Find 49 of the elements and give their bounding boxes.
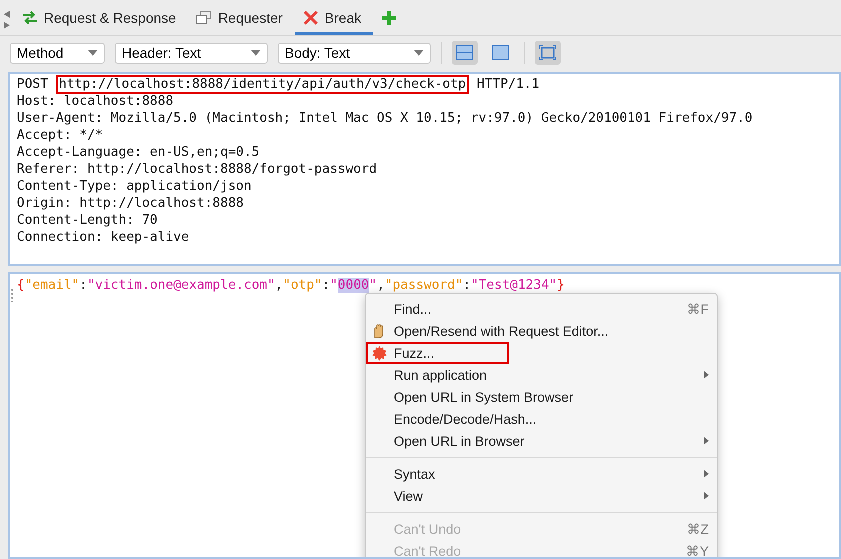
menu-item[interactable]: Syntax: [366, 463, 717, 485]
header-line: Origin: http://localhost:8888: [17, 195, 245, 212]
tab[interactable]: Break: [294, 3, 374, 35]
add-tab-icon[interactable]: [381, 10, 398, 26]
json-body: {"email":"victim.one@example.com","otp":"0000","password":"Test@1234"}: [17, 277, 566, 294]
cross-icon: [302, 10, 319, 26]
resize-grip[interactable]: [11, 288, 14, 302]
header-line: Connection: keep-alive: [17, 229, 190, 246]
menu-item[interactable]: Find... ⌘F: [366, 298, 717, 320]
windows-icon: [196, 10, 212, 24]
header-line: User-Agent: Mozilla/5.0 (Macintosh; Intel Mac OS X 10.15; rv:97.0) Gecko/20100101 Firefox/97.0: [17, 110, 754, 127]
single-view-icon: [492, 45, 510, 61]
layout-button[interactable]: [535, 41, 561, 65]
menu-item[interactable]: Open URL in Browser: [366, 430, 717, 452]
swap-arrows-icon: [22, 10, 38, 24]
tab-label: Break: [324, 10, 362, 26]
menu-item[interactable]: View: [366, 485, 717, 507]
header-line: Accept-Language: en-US,en;q=0.5: [17, 144, 261, 161]
header-line: Host: localhost:8888: [17, 93, 175, 110]
caret-icon: [88, 50, 98, 56]
tab-label: Request & Response: [44, 10, 176, 26]
menu-item[interactable]: Encode/Decode/Hash...: [366, 408, 717, 430]
dropdown[interactable]: Header: Text: [115, 42, 268, 64]
hand-icon: [372, 324, 386, 339]
tab-label: Requester: [218, 10, 283, 26]
caret-icon: [414, 50, 424, 56]
dropdown[interactable]: Body: Text: [278, 42, 431, 64]
expand-icon: [539, 45, 557, 61]
header-line: Accept: */*: [17, 127, 104, 144]
header-line: Referer: http://localhost:8888/forgot-password: [17, 161, 378, 178]
header-line: Content-Length: 70: [17, 212, 159, 229]
tab[interactable]: Requester: [188, 3, 295, 35]
submenu-arrow-icon: [704, 437, 709, 445]
scroll-arrows-icon[interactable]: [4, 9, 10, 31]
request-line: POST http://localhost:8888/identity/api/auth/v3/check-otp HTTP/1.1: [17, 76, 541, 93]
caret-icon: [251, 50, 261, 56]
submenu-arrow-icon: [704, 470, 709, 478]
dropdown[interactable]: Method: [10, 42, 105, 64]
menu-item[interactable]: Open URL in System Browser: [366, 386, 717, 408]
starburst-icon: [372, 346, 387, 361]
split-view-icon: [456, 45, 474, 61]
header-line: Content-Type: application/json: [17, 178, 253, 195]
menu-item[interactable]: Run application: [366, 364, 717, 386]
menu-item[interactable]: Fuzz...: [366, 342, 509, 364]
tab[interactable]: Request & Response: [14, 3, 188, 35]
submenu-arrow-icon: [704, 492, 709, 500]
submenu-arrow-icon: [704, 371, 709, 379]
menu-item[interactable]: Open/Resend with Request Editor...: [366, 320, 717, 342]
layout-button[interactable]: [452, 41, 478, 65]
